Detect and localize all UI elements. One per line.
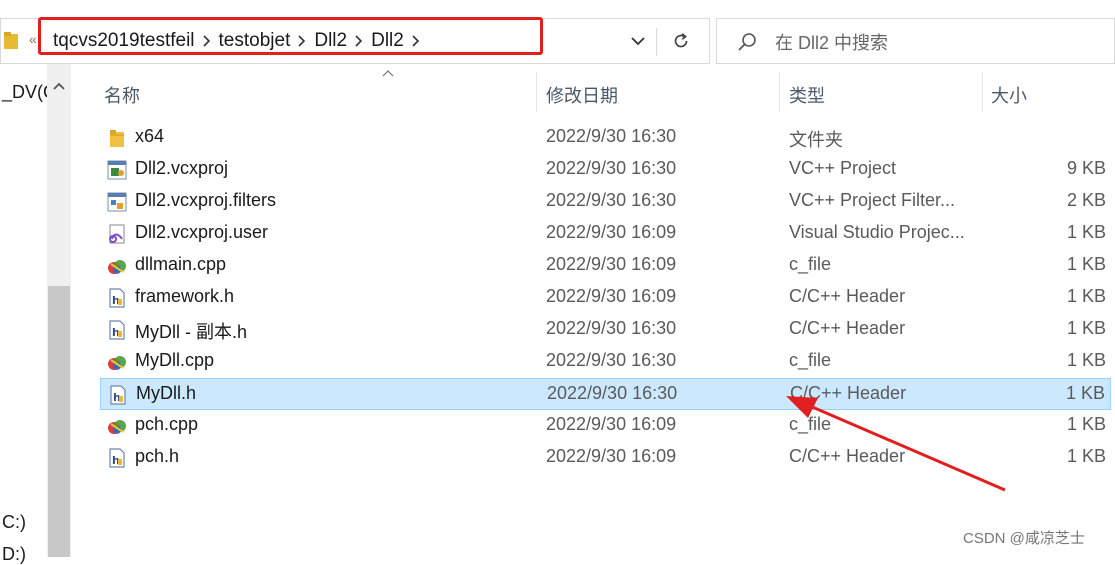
file-date-modified: 2022/9/30 16:30 (546, 126, 677, 146)
header-file-icon: h (106, 319, 128, 341)
breadcrumb-item[interactable]: Dll2 (314, 30, 347, 52)
file-size: 1 KB (1066, 318, 1106, 338)
file-date-modified: 2022/9/30 16:09 (546, 286, 677, 306)
chevron-down-icon (631, 36, 645, 45)
file-row[interactable]: Dll2.vcxproj 2022/9/30 16:30 VC++ Project 9… (100, 154, 1111, 186)
chevron-right-icon[interactable] (347, 35, 371, 47)
file-row[interactable]: Dll2.vcxproj.user 2022/9/30 16:09 Visual S… (100, 218, 1111, 250)
chevron-up-icon (53, 82, 65, 90)
file-row[interactable]: dllmain.cpp 2022/9/30 16:09 c_file 1 KB (100, 250, 1111, 282)
file-type: VC++ Project (789, 158, 897, 178)
nav-item-drive-c[interactable]: C:) (2, 512, 26, 533)
search-box[interactable] (716, 18, 1115, 64)
divider (656, 28, 657, 56)
address-history-dropdown[interactable] (620, 18, 656, 64)
file-name: Dll2.vcxproj.user (135, 222, 269, 242)
scrollbar-thumb[interactable] (48, 286, 70, 557)
watermark: CSDN @咸凉芝士 (963, 530, 1085, 547)
sort-ascending-icon (382, 70, 394, 77)
file-name: x64 (135, 126, 165, 146)
search-input[interactable] (773, 29, 1097, 57)
file-name: MyDll.h (136, 383, 197, 403)
cpp-file-icon (106, 415, 128, 437)
folder-icon (4, 32, 18, 49)
file-date-modified: 2022/9/30 16:30 (546, 350, 677, 370)
column-divider[interactable] (982, 72, 983, 112)
file-name: dllmain.cpp (135, 254, 227, 274)
file-type: c_file (789, 254, 832, 274)
file-size: 1 KB (1066, 350, 1106, 370)
chevron-right-icon[interactable] (290, 35, 314, 47)
column-header-date[interactable]: 修改日期 (546, 82, 618, 108)
file-name: framework.h (135, 286, 235, 306)
file-size: 1 KB (1066, 414, 1106, 434)
cpp-file-icon (106, 351, 128, 373)
file-name: pch.cpp (135, 414, 199, 434)
address-bar[interactable]: « tqcvs2019testfeil testobjet Dll2 Dll2 (0, 18, 710, 64)
file-name: Dll2.vcxproj (135, 158, 229, 178)
file-type: c_file (789, 350, 832, 370)
vcxproj-filters-icon (106, 191, 128, 213)
file-size: 1 KB (1066, 254, 1106, 274)
file-row[interactable]: h framework.h 2022/9/30 16:09 C/C++ Header 1… (100, 282, 1111, 314)
file-size: 1 KB (1066, 222, 1106, 242)
file-row[interactable]: x64 2022/9/30 16:30 文件夹 (100, 122, 1111, 154)
folder-icon (106, 127, 128, 149)
file-date-modified: 2022/9/30 16:09 (546, 414, 677, 434)
breadcrumb: tqcvs2019testfeil testobjet Dll2 Dll2 (53, 30, 428, 52)
file-date-modified: 2022/9/30 16:09 (546, 254, 677, 274)
breadcrumb-overflow-icon[interactable]: « (29, 31, 37, 47)
file-date-modified: 2022/9/30 16:30 (546, 158, 677, 178)
refresh-button[interactable] (662, 18, 700, 64)
file-row[interactable]: h MyDll - 副本.h 2022/9/30 16:30 C/C++ Header… (100, 314, 1111, 346)
breadcrumb-item[interactable]: tqcvs2019testfeil (53, 30, 195, 52)
file-type: C/C++ Header (789, 318, 906, 338)
refresh-icon (674, 33, 688, 48)
file-name: pch.h (135, 446, 180, 466)
cpp-file-icon (106, 255, 128, 277)
file-type: 文件夹 (789, 130, 843, 150)
column-header-name[interactable]: 名称 (104, 82, 140, 108)
file-size: 1 KB (1065, 383, 1105, 403)
vcxproj-icon (106, 159, 128, 181)
search-icon (738, 33, 756, 51)
header-file-icon: h (106, 287, 128, 309)
ribbon-strip (0, 0, 1115, 12)
column-divider[interactable] (536, 72, 537, 112)
file-date-modified: 2022/9/30 16:09 (546, 446, 677, 466)
scroll-up-button[interactable] (47, 76, 71, 96)
chevron-right-icon[interactable] (195, 35, 219, 47)
nav-scrollbar[interactable] (47, 64, 71, 557)
file-type: VC++ Project Filter... (789, 190, 956, 210)
file-size: 1 KB (1066, 286, 1106, 306)
nav-item-drive-d[interactable]: D:) (2, 544, 26, 565)
column-divider[interactable] (779, 72, 780, 112)
column-header-row: 名称 修改日期 类型 大小 (72, 64, 1115, 118)
breadcrumb-item[interactable]: testobjet (219, 30, 291, 52)
file-date-modified: 2022/9/30 16:30 (547, 383, 678, 403)
file-size: 2 KB (1066, 190, 1106, 210)
file-type: C/C++ Header (789, 286, 906, 306)
annotation-arrow (786, 396, 1006, 492)
file-date-modified: 2022/9/30 16:30 (546, 190, 677, 210)
file-date-modified: 2022/9/30 16:30 (546, 318, 677, 338)
file-name: MyDll - 副本.h (135, 322, 247, 342)
header-file-icon: h (107, 384, 129, 406)
vs-user-icon (106, 223, 128, 245)
file-name: MyDll.cpp (135, 350, 215, 370)
header-file-icon: h (106, 447, 128, 469)
breadcrumb-item[interactable]: Dll2 (371, 30, 404, 52)
file-date-modified: 2022/9/30 16:09 (546, 222, 677, 242)
column-header-size[interactable]: 大小 (991, 82, 1027, 108)
column-header-type[interactable]: 类型 (789, 82, 825, 108)
file-name: Dll2.vcxproj.filters (135, 190, 277, 210)
chevron-right-icon[interactable] (404, 35, 428, 47)
file-size: 1 KB (1066, 446, 1106, 466)
file-row[interactable]: MyDll.cpp 2022/9/30 16:30 c_file 1 KB (100, 346, 1111, 378)
file-row[interactable]: Dll2.vcxproj.filters 2022/9/30 16:30 VC++ … (100, 186, 1111, 218)
file-type: Visual Studio Projec... (789, 222, 965, 242)
file-size: 9 KB (1066, 158, 1106, 178)
